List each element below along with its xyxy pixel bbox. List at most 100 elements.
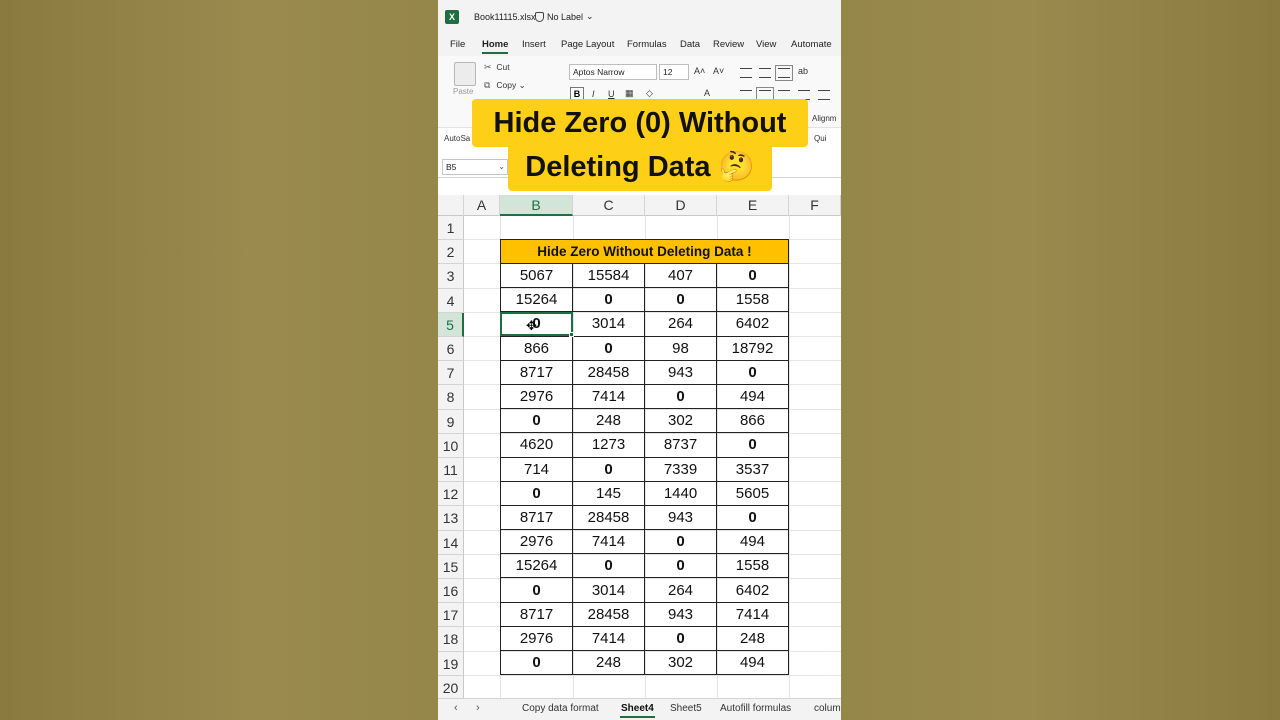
decrease-font-icon[interactable]: A˅ xyxy=(713,66,724,76)
row-header[interactable]: 9 xyxy=(438,409,464,434)
table-cell[interactable]: 7414 xyxy=(715,601,790,627)
table-cell[interactable]: 7414 xyxy=(572,625,646,652)
table-cell[interactable]: 2976 xyxy=(499,383,574,410)
table-cell[interactable]: 943 xyxy=(644,504,717,531)
row-header[interactable]: 1 xyxy=(438,216,464,241)
table-cell[interactable]: 15264 xyxy=(499,553,574,579)
align-middle-icon[interactable] xyxy=(759,68,771,78)
paste-icon[interactable] xyxy=(454,62,476,86)
table-cell[interactable]: 98 xyxy=(644,335,717,361)
row-header[interactable]: 20 xyxy=(438,675,464,700)
table-cell[interactable]: 0 xyxy=(572,287,646,313)
next-sheet-icon[interactable]: › xyxy=(476,702,480,714)
table-cell[interactable]: 248 xyxy=(715,625,790,652)
row-header[interactable]: 18 xyxy=(438,627,464,652)
table-cell[interactable]: 0 xyxy=(644,383,717,410)
table-cell[interactable]: 15584 xyxy=(572,262,646,289)
align-bottom-icon[interactable] xyxy=(775,65,793,81)
table-cell[interactable]: 6402 xyxy=(715,311,790,337)
table-cell[interactable]: 0 xyxy=(715,504,790,531)
table-cell[interactable]: 2976 xyxy=(499,625,574,652)
column-header-d[interactable]: D xyxy=(645,195,717,216)
table-cell[interactable]: 8717 xyxy=(499,359,574,385)
table-cell[interactable]: 7339 xyxy=(644,456,717,482)
underline-button[interactable]: U xyxy=(608,89,615,99)
table-cell[interactable]: 28458 xyxy=(572,359,646,385)
row-header[interactable]: 7 xyxy=(438,361,464,386)
row-header[interactable]: 12 xyxy=(438,482,464,507)
sheet-tab-sheet5[interactable]: Sheet5 xyxy=(670,703,702,714)
orientation-icon[interactable]: ab xyxy=(798,66,808,76)
table-cell[interactable]: 0 xyxy=(644,625,717,652)
row-header[interactable]: 17 xyxy=(438,603,464,628)
row-header[interactable]: 15 xyxy=(438,554,464,579)
table-cell[interactable]: 0 xyxy=(715,359,790,385)
sensitivity-label-button[interactable]: No Label ⌄ xyxy=(535,11,594,22)
row-header[interactable]: 16 xyxy=(438,579,464,604)
table-cell[interactable]: 1558 xyxy=(715,287,790,313)
table-cell[interactable]: 8717 xyxy=(499,504,574,531)
sheet-tab-autofill-formulas[interactable]: Autofill formulas xyxy=(720,703,791,714)
row-header[interactable]: 4 xyxy=(438,288,464,313)
row-header[interactable]: 10 xyxy=(438,433,464,458)
autosave-toggle[interactable]: AutoSa xyxy=(444,134,470,143)
table-cell[interactable]: 0 xyxy=(644,553,717,579)
table-cell[interactable]: 3537 xyxy=(715,456,790,482)
font-color-icon[interactable]: A xyxy=(704,88,710,98)
row-header[interactable]: 13 xyxy=(438,506,464,531)
font-family-select[interactable]: Aptos Narrow xyxy=(569,64,657,80)
table-cell[interactable]: 248 xyxy=(572,408,646,434)
column-header-e[interactable]: E xyxy=(717,195,789,216)
row-header[interactable]: 11 xyxy=(438,458,464,483)
table-cell[interactable]: 494 xyxy=(715,383,790,410)
table-cell[interactable]: 302 xyxy=(644,649,717,676)
tab-view[interactable]: View xyxy=(756,39,776,50)
table-cell[interactable]: 0 xyxy=(499,408,574,434)
row-header[interactable]: 2 xyxy=(438,240,464,265)
table-cell[interactable]: 1440 xyxy=(644,480,717,506)
table-cell[interactable]: 0 xyxy=(499,649,574,676)
tab-insert[interactable]: Insert xyxy=(522,39,546,50)
align-top-icon[interactable] xyxy=(740,68,752,78)
row-header[interactable]: 3 xyxy=(438,264,464,289)
table-cell[interactable]: 3014 xyxy=(572,311,646,337)
prev-sheet-icon[interactable]: ‹ xyxy=(454,702,458,714)
table-cell[interactable]: 264 xyxy=(644,577,717,603)
table-cell[interactable]: 0 xyxy=(644,529,717,555)
table-cell[interactable]: 7414 xyxy=(572,529,646,555)
tab-formulas[interactable]: Formulas xyxy=(627,39,667,50)
increase-indent-icon[interactable] xyxy=(818,90,830,100)
row-header[interactable]: 8 xyxy=(438,385,464,410)
row-header[interactable]: 19 xyxy=(438,651,464,676)
table-cell[interactable]: 248 xyxy=(572,649,646,676)
table-cell[interactable]: 28458 xyxy=(572,601,646,627)
table-cell[interactable]: 7414 xyxy=(572,383,646,410)
row-header[interactable]: 6 xyxy=(438,337,464,362)
table-cell[interactable]: 5067 xyxy=(499,262,574,289)
table-cell[interactable]: 145 xyxy=(572,480,646,506)
table-cell[interactable]: 866 xyxy=(499,335,574,361)
table-cell[interactable]: 5605 xyxy=(715,480,790,506)
table-cell[interactable]: 494 xyxy=(715,529,790,555)
tab-automate[interactable]: Automate xyxy=(791,39,832,50)
column-header-c[interactable]: C xyxy=(573,195,645,216)
table-cell[interactable]: 0 xyxy=(572,553,646,579)
column-header-a[interactable]: A xyxy=(464,195,500,216)
tab-review[interactable]: Review xyxy=(713,39,744,50)
copy-button[interactable]: ⧉ Copy ⌄ xyxy=(484,80,526,91)
tab-home[interactable]: Home xyxy=(482,39,509,54)
fill-handle[interactable] xyxy=(569,332,574,337)
sheet-tab-copy-data-format[interactable]: Copy data format xyxy=(522,703,599,714)
table-cell[interactable]: 264 xyxy=(644,311,717,337)
table-cell[interactable]: 0 xyxy=(572,456,646,482)
column-header-b[interactable]: B xyxy=(500,195,573,216)
table-cell[interactable]: 1558 xyxy=(715,553,790,579)
table-cell[interactable]: 6402 xyxy=(715,577,790,603)
tab-data[interactable]: Data xyxy=(680,39,700,50)
table-cell[interactable]: 943 xyxy=(644,359,717,385)
select-all-corner[interactable] xyxy=(438,195,464,216)
sheet-tab-colum[interactable]: colum xyxy=(814,703,841,714)
table-cell[interactable]: 3014 xyxy=(572,577,646,603)
fill-color-icon[interactable]: ◇ xyxy=(646,88,653,99)
tab-file[interactable]: File xyxy=(450,39,465,50)
